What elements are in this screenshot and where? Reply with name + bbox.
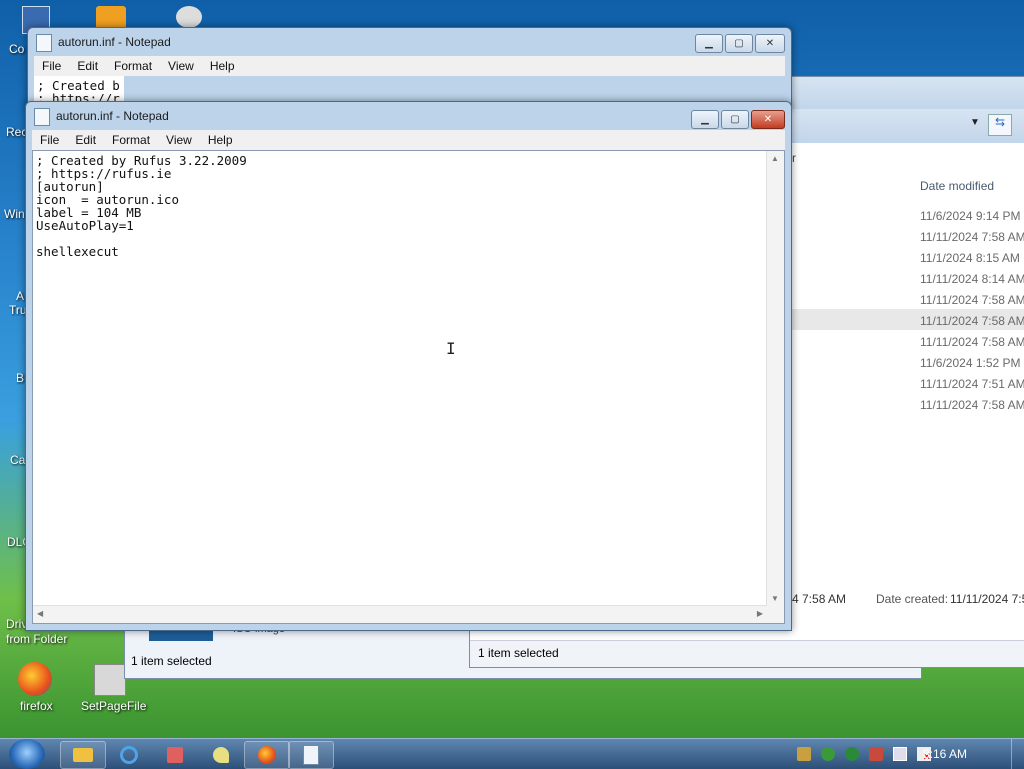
- vertical-scrollbar[interactable]: ▲ ▼: [766, 151, 784, 606]
- desktop-label[interactable]: from Folder: [6, 632, 67, 646]
- desktop-label[interactable]: Ca: [10, 453, 25, 467]
- size-grip[interactable]: [767, 606, 784, 623]
- menu-view[interactable]: View: [160, 59, 202, 73]
- taskbar-app-button[interactable]: [198, 741, 244, 769]
- menu-help[interactable]: Help: [202, 59, 243, 73]
- text-cursor-icon: I: [446, 339, 456, 358]
- status-bar: 1 item selected: [131, 654, 212, 668]
- menu-file[interactable]: File: [34, 59, 69, 73]
- network-icon: [167, 747, 183, 763]
- address-dropdown-icon[interactable]: ▼: [970, 117, 980, 128]
- network-icon[interactable]: [893, 747, 907, 761]
- internet-explorer-icon: [120, 746, 138, 764]
- text-editor[interactable]: ; Created by Rufus 3.22.2009 ; https://r…: [32, 150, 785, 624]
- desktop-label[interactable]: B: [16, 371, 24, 385]
- scroll-up-icon[interactable]: ▲: [771, 154, 779, 163]
- status-text: 1 item selected: [478, 646, 559, 660]
- show-desktop-button[interactable]: [1011, 739, 1024, 769]
- play-icon[interactable]: [845, 747, 859, 761]
- date-modified-cell[interactable]: 11/11/2024 7:58 AM: [920, 314, 1024, 328]
- taskbar-notepad-button[interactable]: [288, 741, 334, 769]
- window-title: autorun.inf - Notepad: [34, 102, 169, 130]
- menu-edit[interactable]: Edit: [69, 59, 106, 73]
- folder-icon: [73, 748, 93, 762]
- taskbar-app-button[interactable]: [152, 741, 198, 769]
- notepad-window[interactable]: autorun.inf - Notepad ▁ ▢ ✕ File Edit Fo…: [25, 101, 792, 631]
- film-reel-icon[interactable]: [176, 6, 202, 28]
- desktop-label-firefox[interactable]: firefox: [20, 699, 53, 713]
- date-modified-cell[interactable]: 11/6/2024 9:14 PM: [920, 209, 1021, 223]
- editor-content: ; Created by Rufus 3.22.2009 ; https://r…: [36, 153, 247, 259]
- setpagefile-icon[interactable]: [94, 664, 126, 696]
- menu-view[interactable]: View: [158, 133, 200, 147]
- breadcrumb-tail: r: [792, 151, 796, 165]
- tray-tool-icon[interactable]: [869, 747, 883, 761]
- date-modified-cell[interactable]: 11/11/2024 8:14 AM: [920, 272, 1024, 286]
- date-modified-cell[interactable]: 11/11/2024 7:51 AM: [920, 377, 1024, 391]
- notepad-window-back[interactable]: autorun.inf - Notepad ▁ ▢ ✕ File Edit Fo…: [27, 27, 792, 109]
- minimize-button[interactable]: ▁: [691, 110, 719, 129]
- notepad-icon: [36, 33, 52, 52]
- details-created-label: Date created:: [876, 592, 949, 606]
- firefox-icon: [258, 746, 276, 764]
- scroll-down-icon[interactable]: ▼: [771, 594, 779, 603]
- horizontal-scrollbar[interactable]: ◀ ▶: [33, 605, 767, 623]
- start-button[interactable]: [9, 739, 45, 769]
- taskbar-explorer-button[interactable]: [60, 741, 106, 769]
- notepad-icon: [303, 745, 319, 765]
- maximize-button[interactable]: ▢: [725, 34, 753, 53]
- date-modified-cell[interactable]: 11/11/2024 7:58 AM: [920, 293, 1024, 307]
- close-button[interactable]: ✕: [755, 34, 785, 53]
- details-created-value: 11/11/2024 7:5: [950, 592, 1024, 606]
- firefox-icon[interactable]: [18, 662, 52, 696]
- scroll-left-icon[interactable]: ◀: [37, 609, 43, 618]
- clock[interactable]: 8:16 AM: [923, 747, 967, 761]
- tray-security-icon[interactable]: [821, 747, 835, 761]
- window-title: autorun.inf - Notepad: [36, 28, 171, 56]
- notepad-icon: [34, 107, 50, 126]
- minimize-button[interactable]: ▁: [695, 34, 723, 53]
- menu-format[interactable]: Format: [106, 59, 160, 73]
- menu-edit[interactable]: Edit: [67, 133, 104, 147]
- desktop-label-setpagefile[interactable]: SetPageFile: [81, 699, 146, 713]
- scroll-right-icon[interactable]: ▶: [757, 609, 763, 618]
- menu-format[interactable]: Format: [104, 133, 158, 147]
- menu-help[interactable]: Help: [200, 133, 241, 147]
- date-modified-cell[interactable]: 11/1/2024 8:15 AM: [920, 251, 1020, 265]
- taskbar-firefox-button[interactable]: [244, 741, 290, 769]
- details-modified: 4 7:58 AM: [792, 592, 847, 606]
- maximize-button[interactable]: ▢: [721, 110, 749, 129]
- date-modified-cell[interactable]: 11/11/2024 7:58 AM: [920, 230, 1024, 244]
- menu-bar: File Edit Format View Help: [34, 56, 785, 76]
- date-modified-cell[interactable]: 11/6/2024 1:52 PM: [920, 356, 1021, 370]
- paint-icon: [213, 747, 229, 763]
- taskbar: ✕ 8:16 AM: [0, 738, 1024, 769]
- desktop-label[interactable]: Win: [4, 207, 25, 221]
- refresh-button[interactable]: ⇆: [988, 114, 1012, 136]
- taskbar-ie-button[interactable]: [106, 741, 152, 769]
- menu-file[interactable]: File: [32, 133, 67, 147]
- desktop-label[interactable]: Co: [9, 42, 24, 56]
- date-modified-cell[interactable]: 11/11/2024 7:58 AM: [920, 335, 1024, 349]
- menu-bar: File Edit Format View Help: [32, 130, 785, 150]
- date-modified-cell[interactable]: 11/11/2024 7:58 AM: [920, 398, 1024, 412]
- tray-app-icon[interactable]: [797, 747, 811, 761]
- column-header-date-modified[interactable]: Date modified: [920, 179, 994, 193]
- desktop-label[interactable]: Tru: [9, 303, 27, 317]
- desktop-label[interactable]: A: [16, 289, 24, 303]
- close-button[interactable]: ✕: [751, 110, 785, 129]
